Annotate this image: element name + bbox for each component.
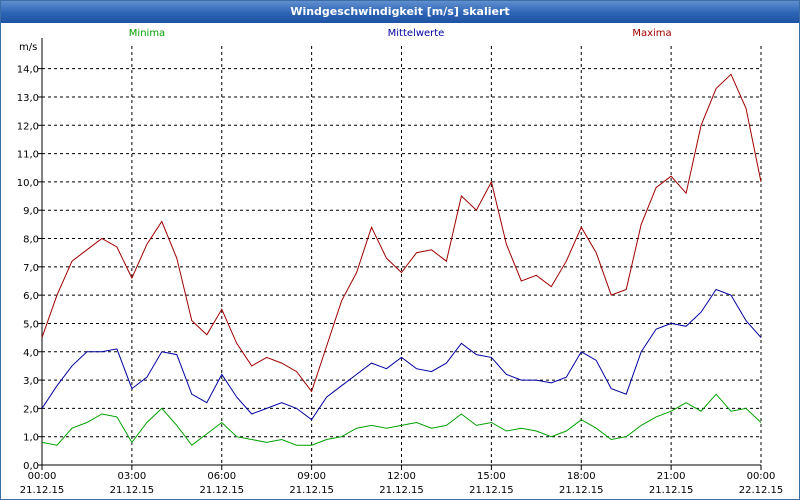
x-tick-time: 06:00 bbox=[207, 471, 236, 482]
y-tick-label: 6,0 bbox=[23, 291, 39, 302]
x-tick-date: 21.12.15 bbox=[379, 485, 424, 496]
y-tick-label: 12,0 bbox=[17, 121, 39, 132]
y-axis-label: m/s bbox=[19, 42, 37, 53]
legend-maxima: Maxima bbox=[632, 28, 671, 39]
y-tick-label: 7,0 bbox=[23, 263, 39, 274]
x-tick-date: 21.12.15 bbox=[20, 485, 65, 496]
y-tick-label: 8,0 bbox=[23, 235, 39, 246]
y-tick-label: 9,0 bbox=[23, 206, 39, 217]
x-tick-date: 21.12.15 bbox=[289, 485, 334, 496]
y-tick-label: 2,0 bbox=[23, 404, 39, 415]
grid bbox=[41, 46, 762, 466]
legend-mittelwerte: Mittelwerte bbox=[388, 28, 445, 39]
x-tick-date: 21.12.15 bbox=[110, 485, 155, 496]
chart-window: Windgeschwindigkeit [m/s] skaliert 0,0 1,… bbox=[0, 0, 800, 500]
window-title: Windgeschwindigkeit [m/s] skaliert bbox=[1, 1, 799, 23]
x-tick-time: 00:00 bbox=[28, 471, 57, 482]
x-tick-time: 18:00 bbox=[567, 471, 596, 482]
x-tick-date: 21.12.15 bbox=[469, 485, 514, 496]
y-tick-label: 5,0 bbox=[23, 319, 39, 330]
x-tick-time: 21:00 bbox=[657, 471, 686, 482]
y-tick-label: 14,0 bbox=[17, 65, 39, 76]
x-tick-date: 21.12.15 bbox=[649, 485, 694, 496]
y-tick-label: 1,0 bbox=[23, 433, 39, 444]
legend-minima: Minima bbox=[129, 28, 165, 39]
y-tick-label: 10,0 bbox=[17, 178, 39, 189]
y-tick-label: 4,0 bbox=[23, 348, 39, 359]
x-tick-time: 00:00 bbox=[747, 471, 776, 482]
legend: Minima Mittelwerte Maxima bbox=[129, 28, 672, 39]
x-tick-time: 12:00 bbox=[387, 471, 416, 482]
x-tick-date: 22.12.15 bbox=[739, 485, 784, 496]
axes bbox=[38, 38, 762, 470]
x-tick-time: 03:00 bbox=[117, 471, 146, 482]
y-tick-label: 13,0 bbox=[17, 93, 39, 104]
wind-speed-chart: 0,01,02,03,04,05,06,07,08,09,010,011,012… bbox=[17, 28, 784, 496]
x-tick-time: 09:00 bbox=[297, 471, 326, 482]
y-tick-label: 3,0 bbox=[23, 376, 39, 387]
x-tick-date: 21.12.15 bbox=[559, 485, 604, 496]
x-tick-date: 21.12.15 bbox=[199, 485, 244, 496]
x-tick-time: 15:00 bbox=[477, 471, 506, 482]
y-tick-label: 11,0 bbox=[17, 150, 39, 161]
